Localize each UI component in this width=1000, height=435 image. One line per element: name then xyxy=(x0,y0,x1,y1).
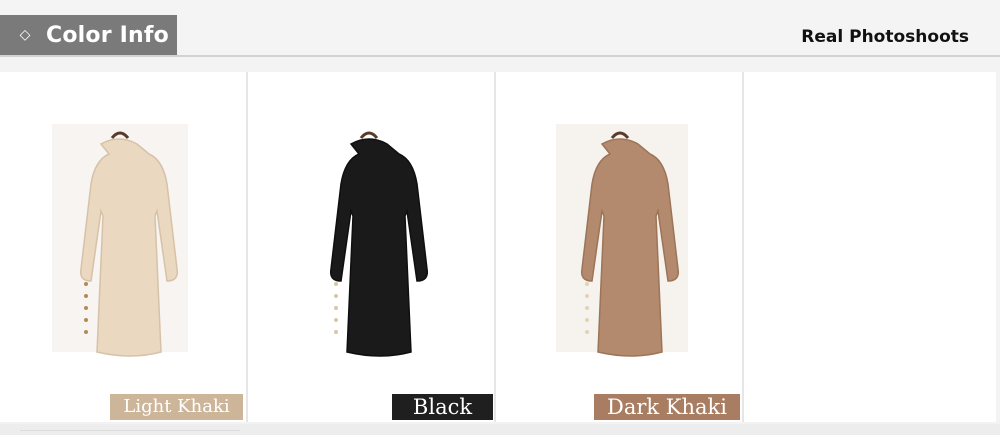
color-card-light-khaki[interactable]: Light Khaki xyxy=(0,72,248,422)
real-photoshoots-label: Real Photoshoots xyxy=(801,27,969,47)
tab-title: Color Info xyxy=(46,22,169,48)
dress-photo-black xyxy=(304,124,440,357)
color-card-black[interactable]: Black xyxy=(248,72,496,422)
diamond-icon: ◇ xyxy=(19,27,31,43)
color-grid: Light Khaki Black Dark Khaki xyxy=(0,72,1000,424)
bottom-divider xyxy=(0,424,1000,435)
dress-photo-dark-khaki xyxy=(556,124,688,357)
color-label: Light Khaki xyxy=(110,394,243,420)
color-info-tab[interactable]: ◇ Color Info xyxy=(0,15,177,55)
color-card-dark-khaki[interactable]: Dark Khaki xyxy=(496,72,744,422)
empty-color-card xyxy=(744,72,996,422)
header-divider xyxy=(0,55,1000,57)
color-label: Dark Khaki xyxy=(594,394,740,420)
section-header: ◇ Color Info Real Photoshoots xyxy=(0,0,1000,60)
dress-photo-light-khaki xyxy=(52,124,188,357)
color-label: Black xyxy=(392,394,493,420)
